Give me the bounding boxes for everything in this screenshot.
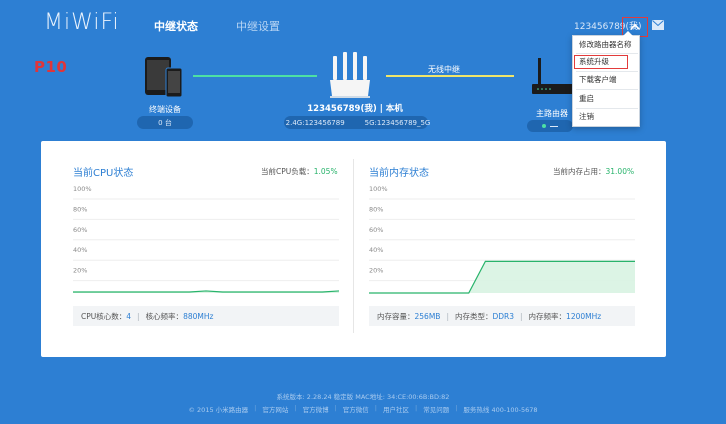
memory-section-title: 当前内存状态: [369, 168, 429, 179]
cpu-load-metric: 当前CPU负载：1.05%: [261, 166, 338, 177]
tab-relay-settings[interactable]: 中继设置: [236, 18, 280, 34]
divider: [576, 89, 638, 90]
memory-usage-metric: 当前内存占用：31.00%: [553, 166, 634, 177]
cpu-chart: 100% 80% 60% 40% 20%: [73, 185, 340, 297]
divider: [576, 53, 638, 54]
footer-links: © 2015 小米路由器 | 官方网站 | 官方微博 | 官方微信 | 用户社区 | 常见…: [188, 404, 538, 414]
cpu-cores-value: 4: [126, 311, 132, 321]
divider: [576, 108, 638, 109]
main-router-status-badge: [527, 120, 573, 132]
tab-relay-status[interactable]: 中继状态: [154, 18, 198, 34]
footer-hotline: 服务热线 400-100-5678: [463, 406, 538, 414]
memory-type-label: 内存类型：: [454, 311, 493, 321]
memory-usage-label: 当前内存占用：: [553, 167, 606, 176]
dropdown-caret: [623, 31, 633, 36]
cpu-freq-label: 核心频率：: [145, 311, 184, 321]
main-router-icon: [532, 58, 574, 94]
y-tick-label: 100%: [369, 185, 388, 193]
wifi-24-ssid: 2.4G:123456789: [285, 118, 345, 127]
main-router-status-icon: [542, 124, 546, 128]
y-tick-label: 40%: [73, 246, 87, 254]
y-tick-label: 20%: [73, 267, 87, 275]
memory-chart: 100% 80% 60% 40% 20%: [369, 185, 635, 297]
cpu-section-title: 当前CPU状态: [73, 168, 134, 179]
divider: [576, 71, 638, 72]
terminal-device-icon: [145, 57, 183, 98]
logo: MiWiFi: [44, 10, 120, 35]
connection-line-terminal: [193, 75, 317, 77]
connection-line-relay: [386, 75, 514, 77]
memory-freq-label: 内存频率：: [528, 311, 567, 321]
cpu-cores-label: CPU核心数：: [81, 311, 127, 321]
memory-usage-value: 31.00%: [605, 167, 635, 176]
memory-info-bar: 内存容量：256MB | 内存类型：DDR3 | 内存频率：1200MHz: [369, 306, 635, 326]
footer-link-website[interactable]: 官方网站: [262, 404, 288, 414]
router-name-label: 123456789(我) | 本机: [307, 104, 403, 114]
memory-freq-value: 1200MHz: [566, 311, 602, 321]
memory-capacity-value: 256MB: [414, 311, 441, 321]
wifi-5-ssid: 5G:123456789_5G: [364, 118, 431, 127]
terminal-count-value: 0 台: [158, 118, 172, 127]
cpu-freq-value: 880MHz: [183, 311, 214, 321]
footer-copyright: © 2015 小米路由器: [188, 406, 249, 414]
relay-label: 无线中继: [428, 65, 460, 74]
y-tick-label: 20%: [369, 267, 383, 275]
cpu-info-bar: CPU核心数：4 | 核心频率：880MHz: [73, 306, 339, 326]
cpu-load-value: 1.05%: [313, 167, 338, 176]
menu-item-download-client[interactable]: 下载客户端: [577, 73, 637, 87]
menu-item-reboot[interactable]: 重启: [577, 92, 637, 106]
y-tick-label: 40%: [369, 246, 383, 254]
y-tick-label: 60%: [369, 226, 383, 234]
annotation-label: P10: [34, 58, 68, 76]
footer-link-community[interactable]: 用户社区: [383, 404, 409, 414]
y-tick-label: 80%: [73, 205, 87, 213]
terminal-count-badge[interactable]: 0 台: [137, 116, 193, 129]
y-tick-label: 60%: [73, 226, 87, 234]
menu-item-logout[interactable]: 注销: [577, 110, 637, 124]
series-area: [369, 261, 635, 293]
y-tick-label: 100%: [73, 185, 92, 193]
menu-item-system-upgrade[interactable]: 系统升级: [574, 55, 628, 69]
divider: [353, 159, 354, 333]
terminal-device-label: 终端设备: [149, 105, 181, 114]
footer-link-weibo[interactable]: 官方微博: [303, 404, 329, 414]
footer-link-wechat[interactable]: 官方微信: [343, 404, 369, 414]
cpu-load-label: 当前CPU负载：: [261, 167, 314, 176]
menu-item-rename-router[interactable]: 修改路由器名称: [577, 38, 637, 52]
wifi-ssid-badge: 2.4G:123456789 5G:123456789_5G: [284, 116, 431, 129]
router-icon: [330, 52, 370, 98]
user-menu-dropdown: 修改路由器名称 系统升级 下载客户端 重启 注销: [572, 31, 640, 127]
y-tick-label: 80%: [369, 205, 383, 213]
mail-icon[interactable]: [652, 20, 664, 30]
status-panel: 当前CPU状态 当前CPU负载：1.05% 100% 80% 60% 40% 20% C…: [41, 141, 666, 357]
memory-capacity-label: 内存容量：: [377, 311, 415, 321]
memory-type-value: DDR3: [492, 311, 515, 321]
footer-link-faq[interactable]: 常见问题: [423, 404, 449, 414]
footer-version: 系统版本: 2.28.24 稳定版 MAC地址: 34:CE:00:6B:BD:…: [276, 393, 450, 401]
